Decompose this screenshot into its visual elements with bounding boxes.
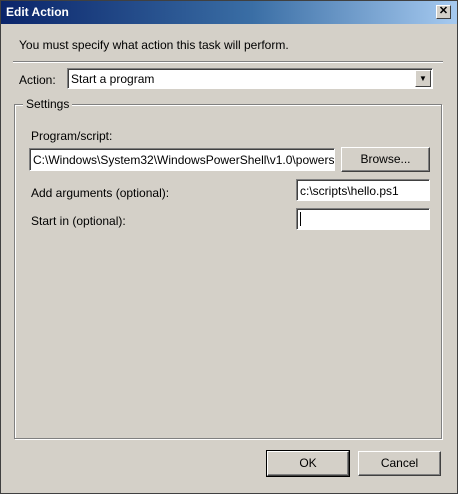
title-bar[interactable]: Edit Action ✕ — [1, 1, 457, 24]
window-title: Edit Action — [6, 5, 69, 19]
ok-button[interactable]: OK — [266, 450, 350, 477]
browse-button[interactable]: Browse... — [341, 147, 430, 172]
action-dropdown[interactable]: Start a program ▼ — [67, 68, 433, 89]
program-script-value: C:\Windows\System32\WindowsPowerShell\v1… — [33, 153, 335, 167]
start-in-label: Start in (optional): — [31, 214, 126, 228]
action-label: Action: — [19, 73, 56, 87]
close-icon: ✕ — [438, 5, 449, 17]
start-in-input[interactable] — [296, 208, 430, 230]
add-arguments-value: c:\scripts\hello.ps1 — [300, 184, 399, 198]
divider — [13, 61, 443, 63]
action-selected-value: Start a program — [71, 72, 155, 86]
cancel-button[interactable]: Cancel — [358, 451, 441, 476]
add-arguments-input[interactable]: c:\scripts\hello.ps1 — [296, 179, 430, 201]
settings-legend: Settings — [23, 97, 73, 111]
add-arguments-label: Add arguments (optional): — [31, 186, 170, 200]
chevron-down-icon[interactable]: ▼ — [415, 70, 431, 87]
text-caret — [300, 212, 301, 226]
close-button[interactable]: ✕ — [436, 5, 451, 19]
edit-action-dialog: Edit Action ✕ You must specify what acti… — [0, 0, 458, 494]
program-script-label: Program/script: — [31, 129, 113, 143]
program-script-input[interactable]: C:\Windows\System32\WindowsPowerShell\v1… — [29, 148, 335, 171]
intro-text: You must specify what action this task w… — [19, 38, 289, 52]
